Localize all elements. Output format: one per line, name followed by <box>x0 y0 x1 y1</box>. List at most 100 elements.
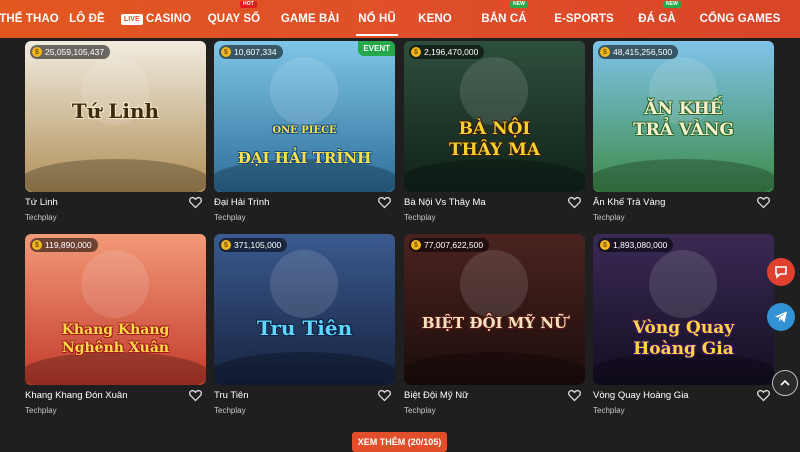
game-art <box>214 41 395 192</box>
nav-item-label: BẮN CÁ <box>481 13 527 25</box>
game-art-subtitle: Nghênh Xuân <box>61 340 170 356</box>
game-art-subtitle: Hoàng Gia <box>633 339 734 359</box>
game-art-title: Tứ Linh <box>71 99 160 123</box>
game-art <box>25 234 206 385</box>
favorite-heart-icon[interactable] <box>189 196 202 209</box>
jackpot-value: 25,059,105,437 <box>45 47 105 57</box>
nav-item-label: THỂ THAO <box>0 13 59 25</box>
favorite-heart-icon[interactable] <box>757 389 770 402</box>
game-name[interactable]: Bà Nội Vs Thây Ma <box>404 197 486 208</box>
nav-item-label: QUAY SỐ <box>207 13 261 25</box>
game-name[interactable]: Vòng Quay Hoàng Gia <box>593 390 689 401</box>
jackpot-value: 48,415,256,500 <box>613 47 673 57</box>
jackpot-badge: $371,105,000 <box>219 238 288 252</box>
nav-item-label: CỔNG GAMES <box>699 13 781 25</box>
game-provider: Techplay <box>25 213 57 222</box>
game-art <box>214 234 395 385</box>
game-art-title: ĐẠI HẢI TRÌNH <box>237 149 372 167</box>
game-art-title: Tru Tiên <box>256 316 353 340</box>
chat-button[interactable] <box>767 258 795 286</box>
nav-item-4[interactable]: GAME BÀI <box>272 0 348 38</box>
game-provider: Techplay <box>214 406 246 415</box>
jackpot-value: 371,105,000 <box>234 240 282 250</box>
game-provider: Techplay <box>25 406 57 415</box>
game-thumbnail[interactable] <box>404 41 585 192</box>
jackpot-badge: $1,893,080,000 <box>598 238 674 252</box>
chat-icon <box>775 266 787 279</box>
nav-item-7[interactable]: BẮN CÁ NEW <box>464 0 544 38</box>
game-thumbnail[interactable] <box>593 234 774 385</box>
nav-item-10[interactable]: CỔNG GAMES <box>690 0 790 38</box>
chevron-up-icon <box>780 379 790 386</box>
nav-item-2[interactable]: LIVE CASINO <box>116 0 196 38</box>
nav-item-label: ĐÁ GÀ <box>638 13 676 25</box>
favorite-heart-icon[interactable] <box>568 196 581 209</box>
game-thumbnail[interactable] <box>214 41 395 192</box>
jackpot-badge: $119,890,000 <box>30 238 98 252</box>
game-art <box>404 234 585 385</box>
top-nav: THỂ THAO LÔ ĐỀ LIVE CASINO QUAY SỐ HOT GAME BÀ… <box>0 0 800 38</box>
jackpot-badge: $2,196,470,000 <box>409 45 485 59</box>
game-art <box>593 234 774 385</box>
telegram-icon <box>775 311 787 323</box>
game-provider: Techplay <box>593 213 625 222</box>
game-provider: Techplay <box>404 406 436 415</box>
nav-item-8[interactable]: E-SPORTS <box>544 0 624 38</box>
game-art-subtitle: THÂY MA <box>448 140 541 160</box>
jackpot-value: 1,893,080,000 <box>613 240 668 250</box>
jackpot-value: 119,890,000 <box>45 240 92 250</box>
nav-tag-badge: NEW <box>510 1 528 8</box>
game-name[interactable]: Tứ Linh <box>25 197 58 208</box>
jackpot-badge: $77,007,622,500 <box>409 238 490 252</box>
nav-item-5[interactable]: NỔ HŨ <box>348 0 406 38</box>
game-name[interactable]: Biệt Đội Mỹ Nữ <box>404 390 468 401</box>
favorite-heart-icon[interactable] <box>757 196 770 209</box>
nav-item-0[interactable]: THỂ THAO <box>0 0 59 38</box>
live-badge: LIVE <box>120 13 143 25</box>
game-art-subtitle: ONE PIECE <box>272 125 337 136</box>
game-name[interactable]: Khang Khang Đón Xuân <box>25 390 127 401</box>
jackpot-badge: $10,607,334 <box>219 45 283 59</box>
game-art-title: BIỆT ĐỘI MỸ NỮ <box>421 314 568 332</box>
jackpot-value: 2,196,470,000 <box>424 47 479 57</box>
nav-item-label: E-SPORTS <box>554 13 614 25</box>
game-name[interactable]: Ăn Khế Trả Vàng <box>593 197 665 208</box>
game-art-title: BÀ NỘI <box>458 119 531 139</box>
game-art-subtitle: TRẢ VÀNG <box>632 120 734 140</box>
coin-icon: $ <box>600 240 610 250</box>
coin-icon: $ <box>600 47 610 57</box>
game-name[interactable]: Tru Tiên <box>214 390 249 401</box>
load-more-button[interactable]: XEM THÊM (20/105) <box>352 432 447 452</box>
game-thumbnail[interactable] <box>214 234 395 385</box>
nav-item-6[interactable]: KENO <box>406 0 464 38</box>
coin-icon: $ <box>221 240 231 250</box>
game-name[interactable]: Đại Hải Trình <box>214 197 269 208</box>
nav-item-1[interactable]: LÔ ĐỀ <box>58 0 116 38</box>
game-art-title: Vòng Quay <box>632 318 735 338</box>
nav-tag-badge: NEW <box>663 1 681 8</box>
game-thumbnail[interactable] <box>404 234 585 385</box>
favorite-heart-icon[interactable] <box>189 389 202 402</box>
favorite-heart-icon[interactable] <box>378 389 391 402</box>
coin-icon: $ <box>411 240 421 250</box>
jackpot-badge: $25,059,105,437 <box>30 45 111 59</box>
scroll-up-button[interactable] <box>772 370 798 396</box>
game-provider: Techplay <box>214 213 246 222</box>
game-provider: Techplay <box>593 406 625 415</box>
telegram-button[interactable] <box>767 303 795 331</box>
game-provider: Techplay <box>404 213 436 222</box>
nav-item-label: LÔ ĐỀ <box>69 13 105 25</box>
nav-item-9[interactable]: ĐÁ GÀ NEW <box>624 0 690 38</box>
nav-item-3[interactable]: QUAY SỐ HOT <box>196 0 272 38</box>
nav-tag-badge: HOT <box>240 1 257 8</box>
coin-icon: $ <box>32 47 42 57</box>
favorite-heart-icon[interactable] <box>378 196 391 209</box>
nav-item-label: GAME BÀI <box>280 13 340 25</box>
jackpot-value: 10,607,334 <box>234 47 277 57</box>
game-thumbnail[interactable] <box>25 234 206 385</box>
coin-icon: $ <box>411 47 421 57</box>
game-art <box>404 41 585 192</box>
nav-item-label: KENO <box>418 13 452 25</box>
favorite-heart-icon[interactable] <box>568 389 581 402</box>
coin-icon: $ <box>32 240 42 250</box>
